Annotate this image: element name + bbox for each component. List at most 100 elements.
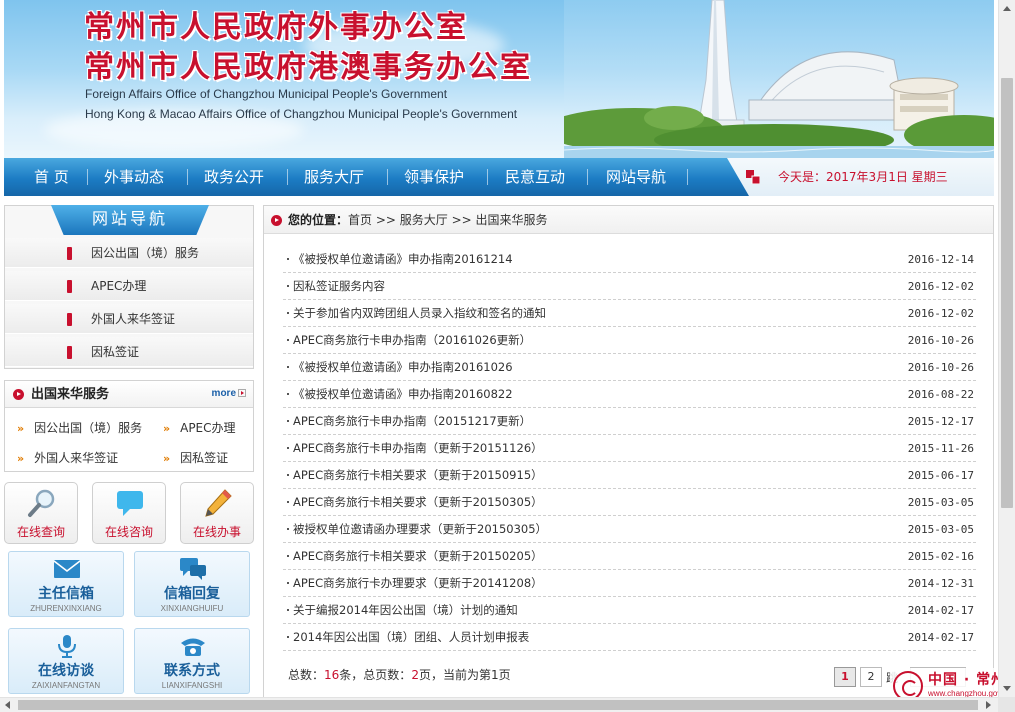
article-title-link[interactable]: 关于编报2014年因公出国（境）计划的通知 [293,597,518,624]
big-button-label: 联系方式 [164,663,220,679]
nav-consular-protection[interactable]: 领事保护 [404,158,464,196]
more-arrow-icon [238,389,246,397]
online-service-button[interactable]: 在线办事 [180,482,254,544]
list-dot-icon [287,609,289,611]
sidebar-item-official-travel[interactable]: 因公出国（境）服务 [5,238,253,268]
article-row[interactable]: APEC商务旅行卡申办指南（20161026更新） 2016-10-26 [283,327,976,354]
article-row[interactable]: 被授权单位邀请函办理要求（更新于20150305） 2015-03-05 [283,516,976,543]
article-title-link[interactable]: 因私签证服务内容 [293,273,385,300]
list-dot-icon [287,393,289,395]
nav-public-interaction[interactable]: 民意互动 [505,158,565,196]
scroll-down-arrow-icon[interactable] [999,680,1015,697]
calendar-squares-icon [746,170,760,184]
article-title-link[interactable]: APEC商务旅行卡申办指南（20151217更新） [293,408,531,435]
list-dot-icon [287,555,289,557]
scroll-up-arrow-icon[interactable] [999,0,1015,17]
article-row[interactable]: APEC商务旅行卡申办指南（更新于20151126） 2015-11-26 [283,435,976,462]
big-button-pinyin: ZHURENXINXIANG [30,604,102,613]
red-bar-icon [67,313,72,326]
sidebar-item-label: APEC办理 [91,279,147,293]
article-row[interactable]: 关于参加省内双跨团组人员录入指纹和签名的通知 2016-12-02 [283,300,976,327]
contact-info-button[interactable]: 联系方式 LIANXIFANGSHI [134,628,250,694]
service-link-foreigner-visa[interactable]: » 外国人来华签证 [17,449,118,466]
service-box: 出国来华服务 more » 因公出国（境）服务 » APEC办理 » 外国人来华签证 … [4,380,254,472]
article-title-link[interactable]: APEC商务旅行卡申办指南（更新于20151126） [293,435,543,462]
nav-separator [487,169,488,185]
mailbox-reply-button[interactable]: 信箱回复 XINXIANGHUIFU [134,551,250,617]
horizontal-scrollbar[interactable] [0,697,998,712]
double-chevron-icon: » [17,422,25,435]
article-title-link[interactable]: 2014年因公出国（境）团组、人员计划申报表 [293,624,529,651]
article-title-link[interactable]: APEC商务旅行卡申办指南（20161026更新） [293,327,531,354]
double-chevron-icon: » [163,452,171,465]
article-title-link[interactable]: 《被授权单位邀请函》申办指南20161026 [293,354,513,381]
list-dot-icon [287,582,289,584]
article-title-link[interactable]: APEC商务旅行卡相关要求（更新于20150305） [293,489,543,516]
sidebar-item-label: 因公出国（境）服务 [91,246,200,260]
article-row[interactable]: 因私签证服务内容 2016-12-02 [283,273,976,300]
article-row[interactable]: APEC商务旅行卡申办指南（20151217更新） 2015-12-17 [283,408,976,435]
article-title-link[interactable]: APEC商务旅行卡相关要求（更新于20150205） [293,543,543,570]
service-link-apec[interactable]: » APEC办理 [163,419,236,436]
site-header: 常州市人民政府外事办公室 常州市人民政府港澳事务办公室 Foreign Affa… [4,0,994,158]
date-label: 今天是： [778,170,827,184]
article-row[interactable]: 关于编报2014年因公出国（境）计划的通知 2014-02-17 [283,597,976,624]
article-row[interactable]: 2014年因公出国（境）团组、人员计划申报表 2014-02-17 [283,624,976,651]
service-link-private-visa[interactable]: » 因私签证 [163,449,228,466]
sidebar-item-label: 因私签证 [91,345,140,359]
online-query-button[interactable]: 在线查询 [4,482,78,544]
nav-separator [187,169,188,185]
breadcrumb-path[interactable]: 首页 >> 服务大厅 >> 出国来华服务 [348,213,547,227]
nav-government-affairs[interactable]: 政务公开 [204,158,264,196]
speech-bubble-icon [117,491,143,516]
article-date: 2015-06-17 [907,469,974,482]
nav-foreign-affairs-news[interactable]: 外事动态 [104,158,164,196]
nav-service-hall[interactable]: 服务大厅 [304,158,364,196]
article-date: 2014-02-17 [907,604,974,617]
page-button-2[interactable]: 2 [860,667,882,687]
article-title-link[interactable]: 《被授权单位邀请函》申办指南20160822 [293,381,513,408]
more-link[interactable]: more [212,388,246,399]
article-title-link[interactable]: 被授权单位邀请函办理要求（更新于20150305） [293,516,547,543]
article-row[interactable]: 《被授权单位邀请函》申办指南20161214 2016-12-14 [283,246,976,273]
vertical-scroll-thumb[interactable] [1001,78,1013,508]
site-subtitle-line2: Hong Kong & Macao Affairs Office of Chan… [85,107,518,121]
article-row[interactable]: APEC商务旅行卡相关要求（更新于20150915） 2015-06-17 [283,462,976,489]
sidebar-item-private-visa[interactable]: 因私签证 [5,337,253,367]
sidebar-item-foreigner-visa[interactable]: 外国人来华签证 [5,304,253,334]
nav-home[interactable]: 首 页 [34,158,69,196]
quick-button-label: 在线咨询 [104,525,153,539]
vertical-scrollbar[interactable] [998,0,1015,697]
article-title-link[interactable]: APEC商务旅行卡办理要求（更新于20141208） [293,570,543,597]
article-row[interactable]: 《被授权单位邀请函》申办指南20161026 2016-10-26 [283,354,976,381]
sidebar-item-apec[interactable]: APEC办理 [5,271,253,301]
article-date: 2015-12-17 [907,415,974,428]
current-date: 今天是：2017年3月1日 星期三 [778,158,948,196]
site-title-line2: 常州市人民政府港澳事务办公室 [84,50,532,85]
online-consult-button[interactable]: 在线咨询 [92,482,166,544]
list-dot-icon [287,501,289,503]
list-dot-icon [287,258,289,260]
nav-site-map[interactable]: 网站导航 [606,158,666,196]
article-row[interactable]: 《被授权单位邀请函》申办指南20160822 2016-08-22 [283,381,976,408]
article-title-link[interactable]: 关于参加省内双跨团组人员录入指纹和签名的通知 [293,300,546,327]
director-mailbox-button[interactable]: 主任信箱 ZHURENXINXIANG [8,551,124,617]
breadcrumb-label: 您的位置： [288,213,349,227]
article-row[interactable]: APEC商务旅行卡相关要求（更新于20150305） 2015-03-05 [283,489,976,516]
article-title-link[interactable]: APEC商务旅行卡相关要求（更新于20150915） [293,462,543,489]
telephone-icon [181,638,205,656]
article-row[interactable]: APEC商务旅行卡相关要求（更新于20150205） 2015-02-16 [283,543,976,570]
article-date: 2016-12-14 [907,253,974,266]
service-link-official-travel[interactable]: » 因公出国（境）服务 [17,419,142,436]
article-row[interactable]: APEC商务旅行卡办理要求（更新于20141208） 2014-12-31 [283,570,976,597]
pager-unit2: 页，当前为第1页 [418,668,511,682]
horizontal-scroll-thumb[interactable] [18,700,978,710]
list-dot-icon [287,366,289,368]
article-date: 2014-12-31 [907,577,974,590]
big-button-pinyin: XINXIANGHUIFU [160,604,224,613]
page-button-1[interactable]: 1 [834,667,856,687]
sidebar-item-label: 外国人来华签证 [91,312,176,326]
quick-button-label: 在线查询 [16,525,65,539]
article-title-link[interactable]: 《被授权单位邀请函》申办指南20161214 [293,246,513,273]
online-interview-button[interactable]: 在线访谈 ZAIXIANFANGTAN [8,628,124,694]
